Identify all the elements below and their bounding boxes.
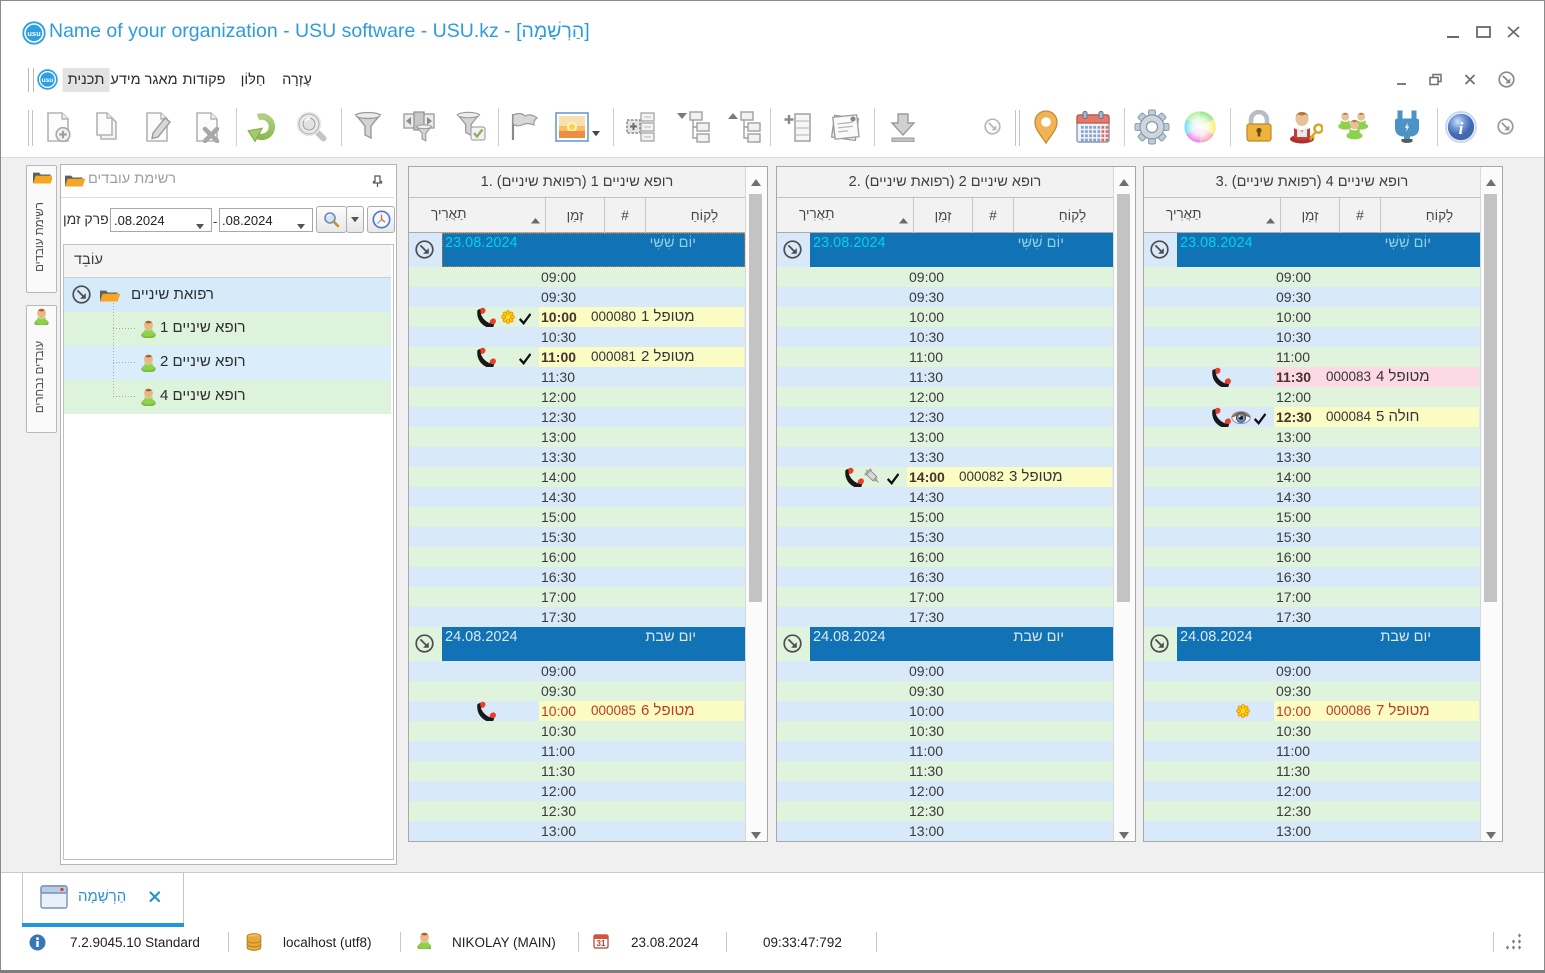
svg-text:i: i (1459, 119, 1464, 138)
svg-text:usu: usu (42, 77, 54, 84)
svg-text:31: 31 (597, 939, 606, 948)
svg-text:usu: usu (27, 29, 41, 38)
